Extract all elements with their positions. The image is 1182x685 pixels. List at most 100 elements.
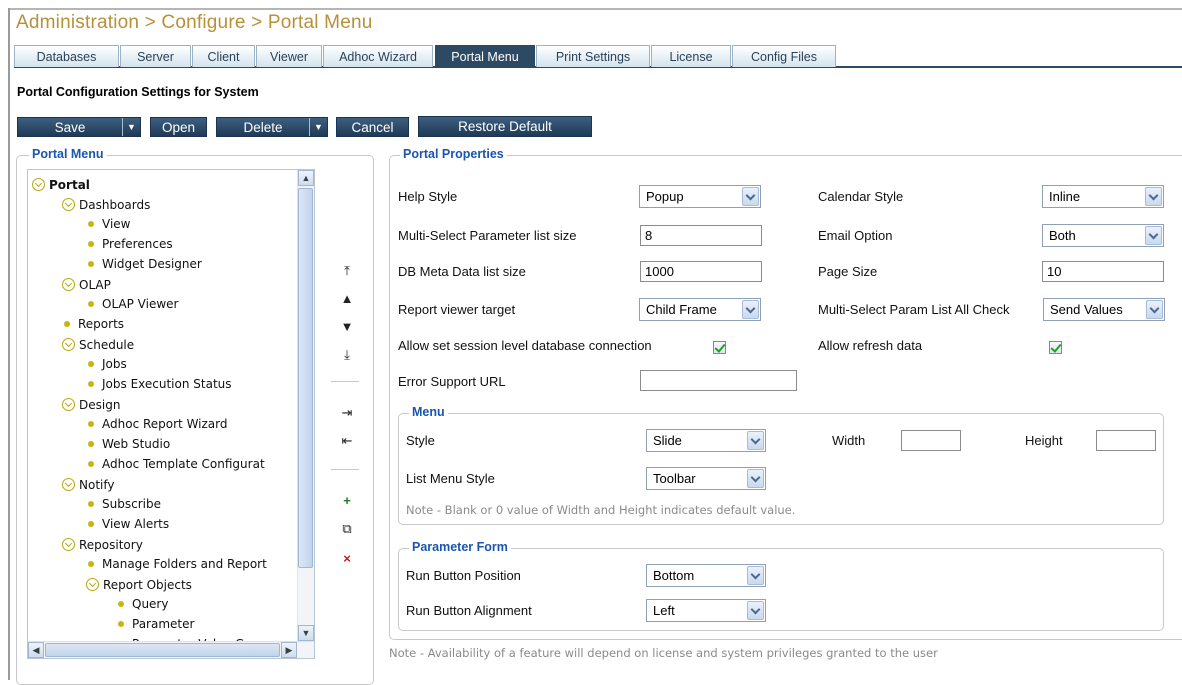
- tree-leaf-node[interactable]: View: [88, 216, 130, 232]
- multi-select-size-input[interactable]: 8: [640, 225, 762, 246]
- tree-folder-node[interactable]: Notify: [62, 476, 114, 492]
- tree-leaf-node[interactable]: Widget Designer: [88, 256, 202, 272]
- tab-server[interactable]: Server: [120, 45, 191, 67]
- tree-folder-node[interactable]: Report Objects: [86, 576, 192, 592]
- bullet-icon: [88, 241, 94, 247]
- tree-leaf-node[interactable]: Subscribe: [88, 496, 161, 512]
- session-db-conn-checkbox[interactable]: [713, 341, 726, 354]
- tab-viewer[interactable]: Viewer: [256, 45, 322, 67]
- tree-vertical-scrollbar[interactable]: ▲ ▼: [297, 170, 314, 642]
- tree-leaf-node[interactable]: Adhoc Report Wizard: [88, 416, 228, 432]
- tree-leaf-node[interactable]: Jobs: [88, 356, 127, 372]
- hscroll-thumb[interactable]: [45, 643, 280, 657]
- tree-node-label: View: [102, 217, 131, 231]
- scroll-left-icon[interactable]: ◀: [28, 642, 44, 658]
- tool-divider: [331, 381, 359, 382]
- run-button-alignment-label: Run Button Alignment: [406, 603, 532, 618]
- tree-leaf-node[interactable]: Reports: [64, 316, 124, 332]
- run-button-position-select[interactable]: Bottom: [646, 564, 766, 587]
- copy-item-icon[interactable]: ⧉: [338, 520, 356, 538]
- delete-button[interactable]: Delete ▼: [216, 117, 328, 137]
- tab-print-settings[interactable]: Print Settings: [536, 45, 650, 67]
- collapse-toggle-icon[interactable]: [86, 578, 99, 591]
- page-size-input[interactable]: 10: [1042, 261, 1164, 282]
- collapse-toggle-icon[interactable]: [62, 478, 75, 491]
- email-option-select[interactable]: Both: [1042, 224, 1164, 247]
- chevron-down-icon: [1146, 300, 1163, 319]
- bullet-icon: [118, 621, 124, 627]
- run-button-alignment-value: Left: [653, 603, 675, 618]
- tab-license[interactable]: License: [651, 45, 731, 67]
- tree-folder-node[interactable]: Schedule: [62, 336, 134, 352]
- tab-client[interactable]: Client: [192, 45, 255, 67]
- cancel-button[interactable]: Cancel: [336, 117, 409, 137]
- delete-item-icon[interactable]: ×: [338, 550, 356, 568]
- collapse-toggle-icon[interactable]: [62, 338, 75, 351]
- move-to-top-icon[interactable]: ⤒: [338, 262, 356, 280]
- db-meta-size-input[interactable]: 1000: [640, 261, 762, 282]
- open-button[interactable]: Open: [150, 117, 207, 137]
- indent-icon[interactable]: ⇥: [338, 404, 356, 422]
- tree-leaf-node[interactable]: Adhoc Template Configurat: [88, 456, 265, 472]
- tree-leaf-node[interactable]: Query: [118, 596, 168, 612]
- bullet-icon: [88, 221, 94, 227]
- move-up-icon[interactable]: ▲: [338, 290, 356, 308]
- save-button[interactable]: Save ▼: [17, 117, 141, 137]
- tree-leaf-node[interactable]: Manage Folders and Report: [88, 556, 267, 572]
- tree-folder-node[interactable]: Dashboards: [62, 196, 150, 212]
- tree-leaf-node[interactable]: View Alerts: [88, 516, 169, 532]
- help-style-select[interactable]: Popup: [639, 185, 761, 208]
- multi-select-all-check-select[interactable]: Send Values: [1043, 298, 1165, 321]
- scroll-up-icon[interactable]: ▲: [298, 170, 314, 186]
- collapse-toggle-icon[interactable]: [62, 198, 75, 211]
- tree-folder-node[interactable]: Portal: [32, 176, 90, 192]
- move-down-icon[interactable]: ▼: [338, 318, 356, 336]
- delete-dropdown-icon[interactable]: ▼: [309, 118, 327, 136]
- calendar-style-select[interactable]: Inline: [1042, 185, 1164, 208]
- menu-width-input[interactable]: [901, 430, 961, 451]
- move-to-bottom-icon[interactable]: ⤓: [338, 346, 356, 364]
- scroll-right-icon[interactable]: ▶: [281, 642, 297, 658]
- portal-menu-tree: Portal Dashboards View Preferences Widget De…: [27, 169, 315, 659]
- scroll-down-icon[interactable]: ▼: [298, 625, 314, 641]
- tree-folder-node[interactable]: Design: [62, 396, 120, 412]
- collapse-toggle-icon[interactable]: [32, 178, 45, 191]
- tree-leaf-node[interactable]: Web Studio: [88, 436, 170, 452]
- tree-leaf-node[interactable]: Parameter: [118, 616, 194, 632]
- help-style-value: Popup: [646, 189, 684, 204]
- bullet-icon: [88, 561, 94, 567]
- add-item-icon[interactable]: +: [338, 492, 356, 510]
- tab-adhoc-wizard[interactable]: Adhoc Wizard: [323, 45, 433, 67]
- restore-default-button[interactable]: Restore Default: [418, 116, 592, 137]
- tab-config-files[interactable]: Config Files: [732, 45, 836, 67]
- tree-leaf-node[interactable]: Jobs Execution Status: [88, 376, 232, 392]
- collapse-toggle-icon[interactable]: [62, 398, 75, 411]
- list-menu-style-select[interactable]: Toolbar: [646, 467, 766, 490]
- delete-button-label: Delete: [243, 120, 283, 135]
- outdent-icon[interactable]: ⇤: [338, 432, 356, 450]
- tree-leaf-node[interactable]: OLAP Viewer: [88, 296, 178, 312]
- save-dropdown-icon[interactable]: ▼: [122, 118, 140, 136]
- tree-node-label: Preferences: [102, 237, 173, 251]
- scroll-thumb[interactable]: [298, 188, 313, 568]
- collapse-toggle-icon[interactable]: [62, 278, 75, 291]
- tree-folder-node[interactable]: Repository: [62, 536, 143, 552]
- tree-leaf-node[interactable]: Preferences: [88, 236, 173, 252]
- report-viewer-target-select[interactable]: Child Frame: [639, 298, 761, 321]
- tab-portal-menu[interactable]: Portal Menu: [435, 45, 535, 67]
- refresh-data-checkbox[interactable]: [1049, 341, 1062, 354]
- tree-node-label: Manage Folders and Report: [102, 557, 267, 571]
- run-button-alignment-select[interactable]: Left: [646, 599, 766, 622]
- tree-horizontal-scrollbar[interactable]: ◀ ▶: [28, 641, 314, 658]
- collapse-toggle-icon[interactable]: [62, 538, 75, 551]
- tree-node-label: Jobs: [102, 357, 127, 371]
- menu-height-input[interactable]: [1096, 430, 1156, 451]
- tree-node-label: Report Objects: [103, 578, 192, 592]
- error-support-url-input[interactable]: [640, 370, 797, 391]
- bullet-icon: [88, 421, 94, 427]
- tab-databases[interactable]: Databases: [14, 45, 119, 67]
- menu-style-select[interactable]: Slide: [646, 429, 766, 452]
- email-option-label: Email Option: [818, 228, 893, 243]
- availability-note: Note - Availability of a feature will de…: [389, 646, 938, 660]
- tree-folder-node[interactable]: OLAP: [62, 276, 111, 292]
